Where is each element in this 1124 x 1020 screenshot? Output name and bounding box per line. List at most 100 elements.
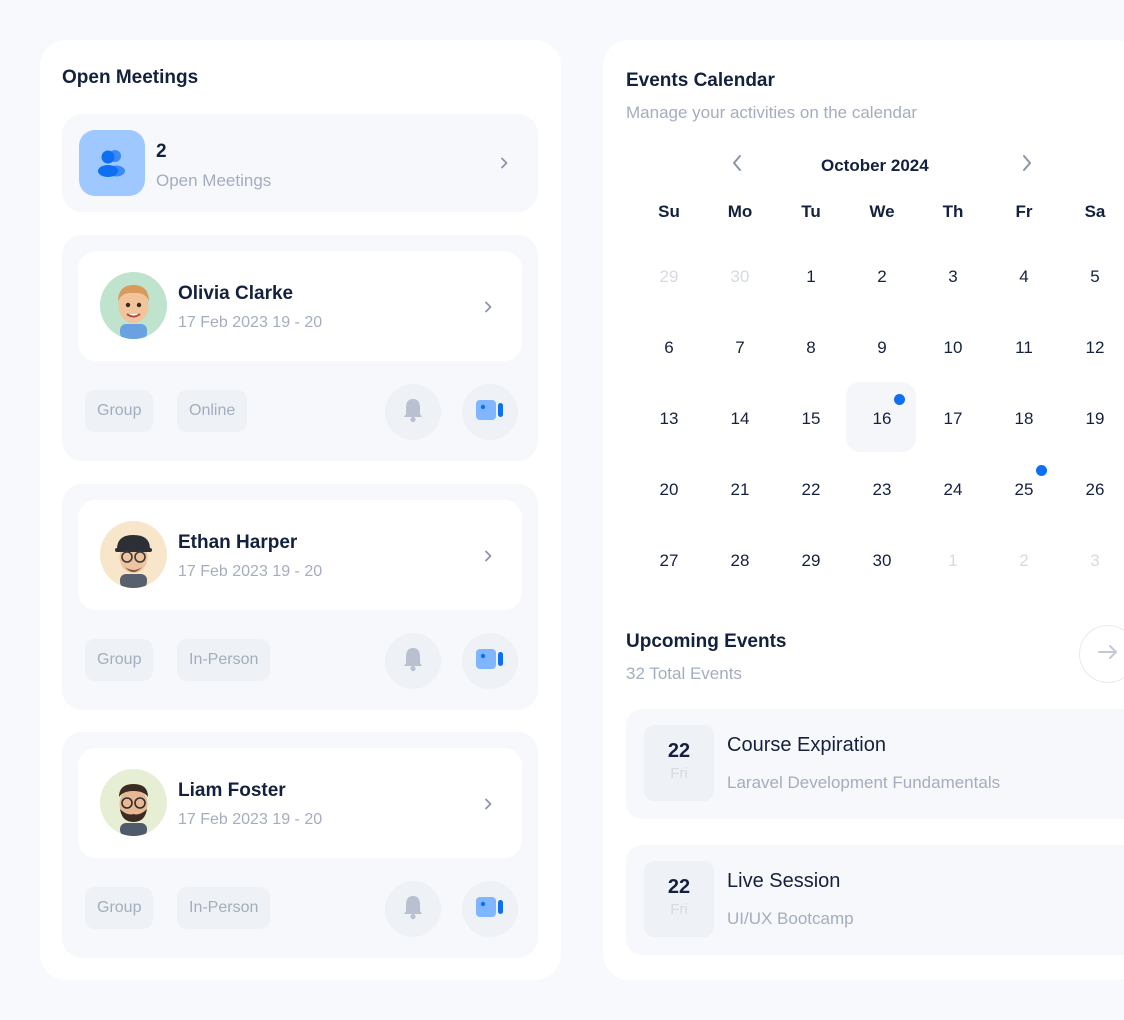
event-item[interactable]: 22 Fri Live Session UI/UX Bootcamp bbox=[626, 845, 1124, 955]
chevron-right-icon[interactable] bbox=[494, 153, 514, 173]
meeting-tag-group: Group bbox=[85, 887, 154, 929]
meeting-tag-mode: Online bbox=[177, 390, 248, 432]
avatar bbox=[100, 769, 167, 836]
bell-icon bbox=[402, 646, 424, 677]
upcoming-events-total: 32 Total Events bbox=[626, 664, 742, 683]
video-call-button[interactable] bbox=[462, 633, 518, 689]
calendar-day[interactable]: 1 bbox=[775, 267, 847, 287]
event-indicator-dot bbox=[894, 394, 905, 405]
event-weekday: Fri bbox=[670, 765, 688, 782]
weekday-label: Su bbox=[658, 202, 680, 221]
calendar-day[interactable]: 26 bbox=[1059, 480, 1124, 500]
calendar-day[interactable]: 5 bbox=[1059, 267, 1124, 287]
calendar-day[interactable]: 17 bbox=[917, 409, 989, 429]
arrow-right-icon bbox=[1097, 644, 1119, 665]
calendar-day-outside-month[interactable]: 3 bbox=[1059, 551, 1124, 571]
event-subtitle: Laravel Development Fundamentals bbox=[727, 773, 1001, 792]
event-day-number: 22 bbox=[667, 876, 691, 898]
calendar-day[interactable]: 7 bbox=[704, 338, 776, 358]
calendar-day[interactable]: 18 bbox=[988, 409, 1060, 429]
meeting-header[interactable]: Liam Foster 17 Feb 2023 19 - 20 bbox=[78, 748, 522, 858]
events-calendar-card: Events Calendar Manage your activities o… bbox=[603, 40, 1124, 980]
calendar-day[interactable]: 15 bbox=[775, 409, 847, 429]
notification-button[interactable] bbox=[385, 881, 441, 937]
avatar bbox=[100, 272, 167, 339]
chevron-right-icon bbox=[1022, 154, 1032, 177]
month-label: October 2024 bbox=[821, 156, 929, 175]
calendar-day[interactable]: 22 bbox=[775, 480, 847, 500]
next-month-button[interactable] bbox=[1015, 153, 1039, 177]
calendar-day[interactable]: 23 bbox=[846, 480, 918, 500]
notification-button[interactable] bbox=[385, 633, 441, 689]
video-camera-icon bbox=[475, 398, 505, 427]
calendar-day-outside-month[interactable]: 2 bbox=[988, 551, 1060, 571]
calendar-day[interactable]: 25 bbox=[988, 480, 1060, 500]
event-date-box: 22 Fri bbox=[644, 725, 714, 801]
calendar-day[interactable]: 14 bbox=[704, 409, 776, 429]
calendar-day[interactable]: 11 bbox=[988, 338, 1060, 358]
calendar-day[interactable]: 28 bbox=[704, 551, 776, 571]
weekday-label: Mo bbox=[727, 202, 753, 221]
calendar-day[interactable]: 16 bbox=[846, 409, 918, 429]
users-icon bbox=[79, 130, 145, 196]
weekday-label: Th bbox=[942, 202, 964, 221]
calendar-day[interactable]: 30 bbox=[846, 551, 918, 571]
video-call-button[interactable] bbox=[462, 881, 518, 937]
calendar-day[interactable]: 21 bbox=[704, 480, 776, 500]
video-camera-icon bbox=[475, 647, 505, 676]
calendar-day[interactable]: 29 bbox=[775, 551, 847, 571]
calendar-day-outside-month[interactable]: 30 bbox=[704, 267, 776, 287]
meeting-name: Liam Foster bbox=[178, 780, 286, 801]
calendar-day[interactable]: 27 bbox=[633, 551, 705, 571]
calendar-title: Events Calendar bbox=[626, 70, 775, 91]
event-item[interactable]: 22 Fri Course Expiration Laravel Develop… bbox=[626, 709, 1124, 819]
notification-button[interactable] bbox=[385, 384, 441, 440]
calendar-day[interactable]: 4 bbox=[988, 267, 1060, 287]
open-meetings-summary[interactable]: 2 Open Meetings bbox=[62, 114, 538, 212]
event-indicator-dot bbox=[1036, 465, 1047, 476]
event-date-box: 22 Fri bbox=[644, 861, 714, 937]
meeting-date: 17 Feb 2023 19 - 20 bbox=[178, 811, 323, 828]
bell-icon bbox=[402, 397, 424, 428]
weekday-label: We bbox=[869, 202, 895, 221]
weekday-label: Sa bbox=[1084, 202, 1106, 221]
chevron-right-icon[interactable] bbox=[478, 794, 498, 814]
calendar-day[interactable]: 3 bbox=[917, 267, 989, 287]
calendar-day-outside-month[interactable]: 1 bbox=[917, 551, 989, 571]
meeting-card: Olivia Clarke 17 Feb 2023 19 - 20 Group … bbox=[62, 235, 538, 461]
meeting-name: Olivia Clarke bbox=[178, 283, 294, 304]
video-call-button[interactable] bbox=[462, 384, 518, 440]
weekday-label: Fr bbox=[1015, 202, 1033, 221]
calendar-day[interactable]: 8 bbox=[775, 338, 847, 358]
meeting-tag-group: Group bbox=[85, 639, 154, 681]
meeting-header[interactable]: Olivia Clarke 17 Feb 2023 19 - 20 bbox=[78, 251, 522, 361]
chevron-right-icon[interactable] bbox=[478, 546, 498, 566]
calendar-day[interactable]: 13 bbox=[633, 409, 705, 429]
event-title: Live Session bbox=[727, 870, 841, 892]
calendar-day[interactable]: 12 bbox=[1059, 338, 1124, 358]
open-meetings-count: 2 bbox=[156, 141, 167, 162]
meeting-header[interactable]: Ethan Harper 17 Feb 2023 19 - 20 bbox=[78, 500, 522, 610]
calendar-subtitle: Manage your activities on the calendar bbox=[626, 103, 918, 122]
calendar-day[interactable]: 19 bbox=[1059, 409, 1124, 429]
meeting-tag-mode: In-Person bbox=[177, 887, 271, 929]
chevron-left-icon bbox=[732, 154, 742, 177]
meeting-tag-group: Group bbox=[85, 390, 154, 432]
calendar-day[interactable]: 6 bbox=[633, 338, 705, 358]
chevron-right-icon[interactable] bbox=[478, 297, 498, 317]
calendar-day-outside-month[interactable]: 29 bbox=[633, 267, 705, 287]
avatar bbox=[100, 521, 167, 588]
calendar-day[interactable]: 24 bbox=[917, 480, 989, 500]
calendar-day[interactable]: 10 bbox=[917, 338, 989, 358]
open-meetings-card: Open Meetings 2 Open Meetings Olivia Cla… bbox=[40, 40, 561, 980]
event-subtitle: UI/UX Bootcamp bbox=[727, 909, 854, 928]
view-all-events-button[interactable] bbox=[1079, 625, 1124, 683]
video-camera-icon bbox=[475, 895, 505, 924]
meeting-date: 17 Feb 2023 19 - 20 bbox=[178, 563, 323, 580]
calendar-day[interactable]: 2 bbox=[846, 267, 918, 287]
calendar-day[interactable]: 20 bbox=[633, 480, 705, 500]
open-meetings-title: Open Meetings bbox=[62, 67, 199, 88]
previous-month-button[interactable] bbox=[725, 153, 749, 177]
calendar-day[interactable]: 9 bbox=[846, 338, 918, 358]
upcoming-events-title: Upcoming Events bbox=[626, 631, 787, 652]
